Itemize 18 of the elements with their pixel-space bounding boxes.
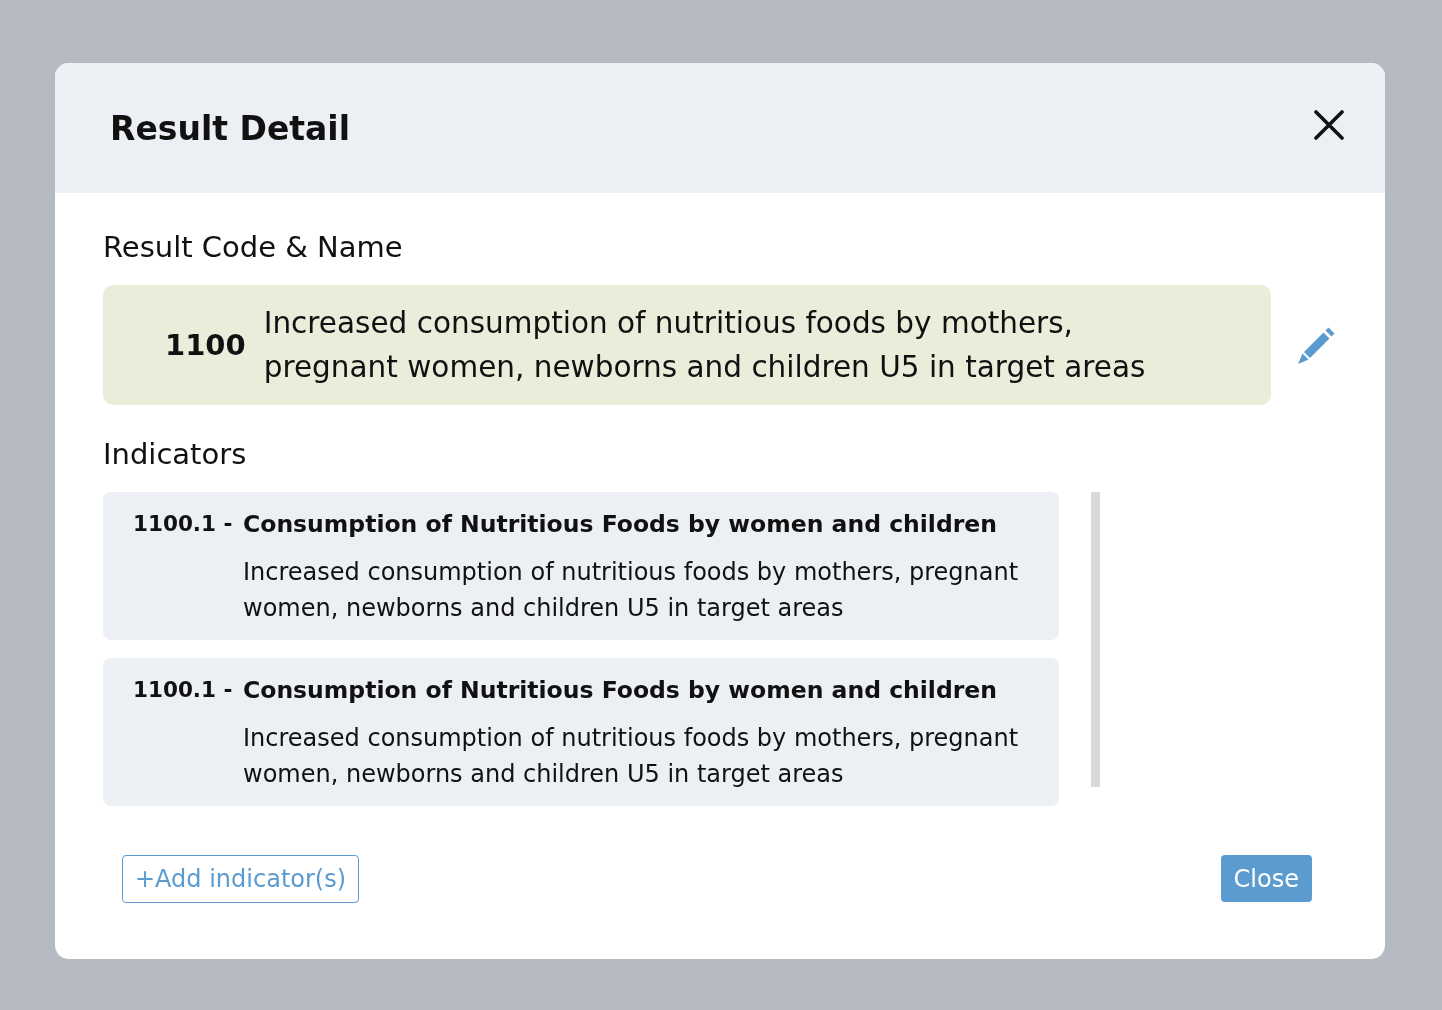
indicator-description: Increased consumption of nutritious foods by mothers, pregnant women, newborns and children U5 in target areas [243, 723, 1020, 790]
indicator-title: Consumption of Nutritious Foods by women and children [243, 675, 998, 706]
indicator-description: Increased consumption of nutritious foods by mothers, pregnant women, newborns and children U5 in target areas [243, 557, 1020, 624]
dialog-title: Result Detail [110, 107, 350, 148]
section-heading: Result Code & Name [103, 229, 404, 266]
indicator-title: Consumption of Nutritious Foods by women and children [243, 509, 998, 540]
indicator-code: 1100.1 - [133, 510, 233, 538]
result-code: 1100 [165, 328, 246, 362]
section-heading: Indicators [103, 436, 248, 473]
close-icon [1314, 110, 1344, 140]
indicator-code: 1100.1 - [133, 676, 233, 704]
close-button[interactable]: Close [1220, 855, 1312, 902]
result-name: Increased consumption of nutritious foods by mothers, pregnant women, newborns and children U5 in target areas [263, 305, 1147, 386]
add-indicator-button[interactable]: +Add indicator(s) [122, 855, 360, 903]
scrollbar[interactable] [1091, 492, 1100, 787]
pencil-icon [1297, 325, 1337, 365]
close-button[interactable] [1314, 110, 1344, 140]
edit-button[interactable] [1297, 325, 1337, 365]
